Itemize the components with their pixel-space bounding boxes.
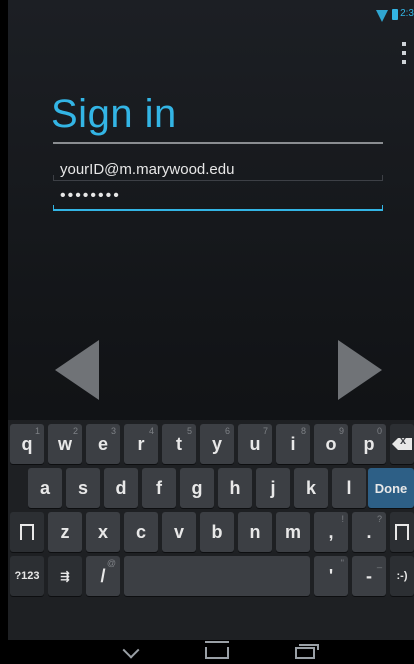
arrow-left-icon[interactable] <box>55 340 99 400</box>
back-button[interactable] <box>116 641 146 662</box>
keyboard-row-3: z x c v b n m ,! .? <box>8 508 414 552</box>
recent-apps-button[interactable] <box>290 644 320 662</box>
sign-in-screen: 2:3 Sign in q1 w2 e3 r4 t5 y6 u7 i8 o9 p… <box>8 0 414 664</box>
system-nav-bar <box>8 640 414 664</box>
page-title: Sign in <box>51 92 177 136</box>
key-m[interactable]: m <box>276 512 310 552</box>
key-dash[interactable]: - _ <box>352 556 386 596</box>
key-k[interactable]: k <box>294 468 328 508</box>
key-c[interactable]: c <box>124 512 158 552</box>
key-apostrophe[interactable]: ' " <box>314 556 348 596</box>
symbols-key[interactable]: ?123 <box>10 556 44 596</box>
keyboard-row-2: a s d f g h j k l Done <box>8 464 414 508</box>
key-s[interactable]: s <box>66 468 100 508</box>
title-divider <box>53 142 383 144</box>
keyboard-row-1: q1 w2 e3 r4 t5 y6 u7 i8 o9 p0 <box>8 420 414 464</box>
key-i[interactable]: i8 <box>276 424 310 464</box>
key-g[interactable]: g <box>180 468 214 508</box>
status-time: 2:3 <box>400 8 414 19</box>
key-p[interactable]: p0 <box>352 424 386 464</box>
key-v[interactable]: v <box>162 512 196 552</box>
home-icon <box>205 641 229 659</box>
status-bar: 2:3 <box>8 0 414 26</box>
done-button[interactable]: Done <box>368 468 414 508</box>
password-field[interactable] <box>53 183 381 209</box>
key-z[interactable]: z <box>48 512 82 552</box>
key-y[interactable]: y6 <box>200 424 234 464</box>
key-comma[interactable]: ,! <box>314 512 348 552</box>
back-icon <box>122 641 140 659</box>
key-e[interactable]: e3 <box>86 424 120 464</box>
arrow-right-icon[interactable] <box>338 340 382 400</box>
wifi-icon <box>376 10 388 22</box>
shift-key[interactable] <box>10 512 44 552</box>
key-r[interactable]: r4 <box>124 424 158 464</box>
key-u[interactable]: u7 <box>238 424 272 464</box>
shift-icon <box>395 524 409 540</box>
email-field[interactable] <box>53 156 381 182</box>
space-bar[interactable] <box>124 556 310 596</box>
key-j[interactable]: j <box>256 468 290 508</box>
key-d[interactable]: d <box>104 468 138 508</box>
key-h[interactable]: h <box>218 468 252 508</box>
home-button[interactable] <box>202 641 232 662</box>
key-f[interactable]: f <box>142 468 176 508</box>
key-q[interactable]: q1 <box>10 424 44 464</box>
key-a[interactable]: a <box>28 468 62 508</box>
key-n[interactable]: n <box>238 512 272 552</box>
more-vert-icon[interactable] <box>398 42 410 64</box>
shift-key-right[interactable] <box>390 512 414 552</box>
settings-key[interactable]: ⇶ <box>48 556 82 596</box>
backspace-icon <box>392 438 412 450</box>
keyboard-row-4: ?123 ⇶ / @ ' " - _ :-) <box>8 552 414 596</box>
key-w[interactable]: w2 <box>48 424 82 464</box>
key-period[interactable]: .? <box>352 512 386 552</box>
shift-icon <box>20 524 34 540</box>
key-l[interactable]: l <box>332 468 366 508</box>
recent-apps-icon <box>295 644 319 659</box>
battery-icon <box>392 9 398 20</box>
password-underline <box>53 205 383 211</box>
key-o[interactable]: o9 <box>314 424 348 464</box>
key-t[interactable]: t5 <box>162 424 196 464</box>
delete-key[interactable] <box>390 424 414 464</box>
key-b[interactable]: b <box>200 512 234 552</box>
email-underline <box>53 175 383 181</box>
soft-keyboard: q1 w2 e3 r4 t5 y6 u7 i8 o9 p0 a s d f g … <box>8 420 414 640</box>
key-x[interactable]: x <box>86 512 120 552</box>
smiley-key[interactable]: :-) <box>390 556 414 596</box>
key-slash[interactable]: / @ <box>86 556 120 596</box>
